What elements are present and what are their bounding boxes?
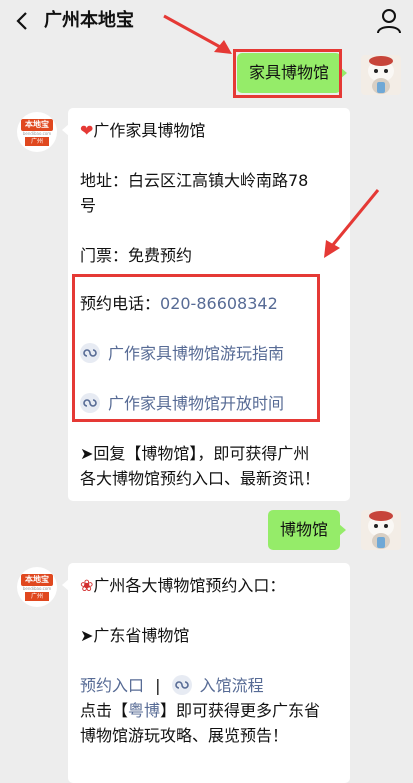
rose-icon: ❀ bbox=[80, 576, 94, 595]
bot-avatar[interactable]: 本地宝 bendibao.com 广州 bbox=[17, 112, 57, 152]
logo-text: 本地宝 bbox=[21, 574, 53, 586]
cat-avatar-icon bbox=[361, 510, 401, 550]
logo-city: 广州 bbox=[25, 592, 49, 601]
bot-avatar[interactable]: 本地宝 bendibao.com 广州 bbox=[17, 567, 57, 607]
tip-prefix: 点击【 bbox=[80, 701, 129, 720]
highlight-box bbox=[72, 274, 320, 422]
profile-button[interactable] bbox=[375, 7, 403, 35]
chevron-left-icon bbox=[16, 12, 27, 30]
separator: | bbox=[155, 676, 161, 695]
logo-domain: bendibao.com bbox=[22, 131, 52, 136]
logo-domain: bendibao.com bbox=[22, 586, 52, 591]
heart-icon: ❤ bbox=[80, 121, 94, 140]
cat-avatar-icon bbox=[361, 55, 401, 95]
reply-hint: ➤回复【博物馆】，即可获得广州 bbox=[80, 444, 310, 463]
user-message-bubble[interactable]: 博物馆 bbox=[268, 510, 347, 550]
chat-title: 广州本地宝 bbox=[44, 10, 134, 31]
visit-process-link[interactable]: 入馆流程 bbox=[171, 675, 264, 695]
visit-process-text: 入馆流程 bbox=[199, 676, 264, 695]
address-line: 地址：白云区江高镇大岭南路78 bbox=[80, 171, 309, 190]
address-line-cont: 号 bbox=[80, 196, 97, 215]
booking-link[interactable]: 预约入口 bbox=[80, 676, 144, 695]
tip-suffix: 】即可获得更多广东省 bbox=[160, 701, 321, 720]
logo-text: 本地宝 bbox=[21, 119, 53, 131]
reply-hint-cont: 各大博物馆预约入口、最新资讯！ bbox=[80, 469, 321, 488]
museum-title: 广作家具博物馆 bbox=[93, 121, 206, 140]
user-message-text: 博物馆 bbox=[280, 520, 329, 539]
user-avatar[interactable] bbox=[361, 510, 401, 550]
user-avatar[interactable] bbox=[361, 55, 401, 95]
tip-cont: 博物馆游玩攻略、展览预告！ bbox=[80, 726, 289, 745]
highlight-box bbox=[233, 49, 342, 98]
bot-message-bubble: ❀广州各大博物馆预约入口： ➤广东省博物馆 预约入口 | 入馆流程 点击【粤博】… bbox=[62, 563, 350, 783]
annotation-arrow bbox=[324, 189, 380, 258]
back-button[interactable] bbox=[8, 6, 38, 36]
museum-item: ➤广东省博物馆 bbox=[80, 626, 190, 645]
logo-city: 广州 bbox=[25, 137, 49, 146]
person-icon bbox=[377, 9, 401, 34]
mini-program-icon bbox=[171, 675, 192, 695]
list-title: 广州各大博物馆预约入口： bbox=[93, 576, 286, 595]
annotation-arrow bbox=[163, 14, 232, 54]
yuebo-link[interactable]: 粤博 bbox=[128, 701, 160, 720]
ticket-info: 门票：免费预约 bbox=[80, 246, 193, 265]
